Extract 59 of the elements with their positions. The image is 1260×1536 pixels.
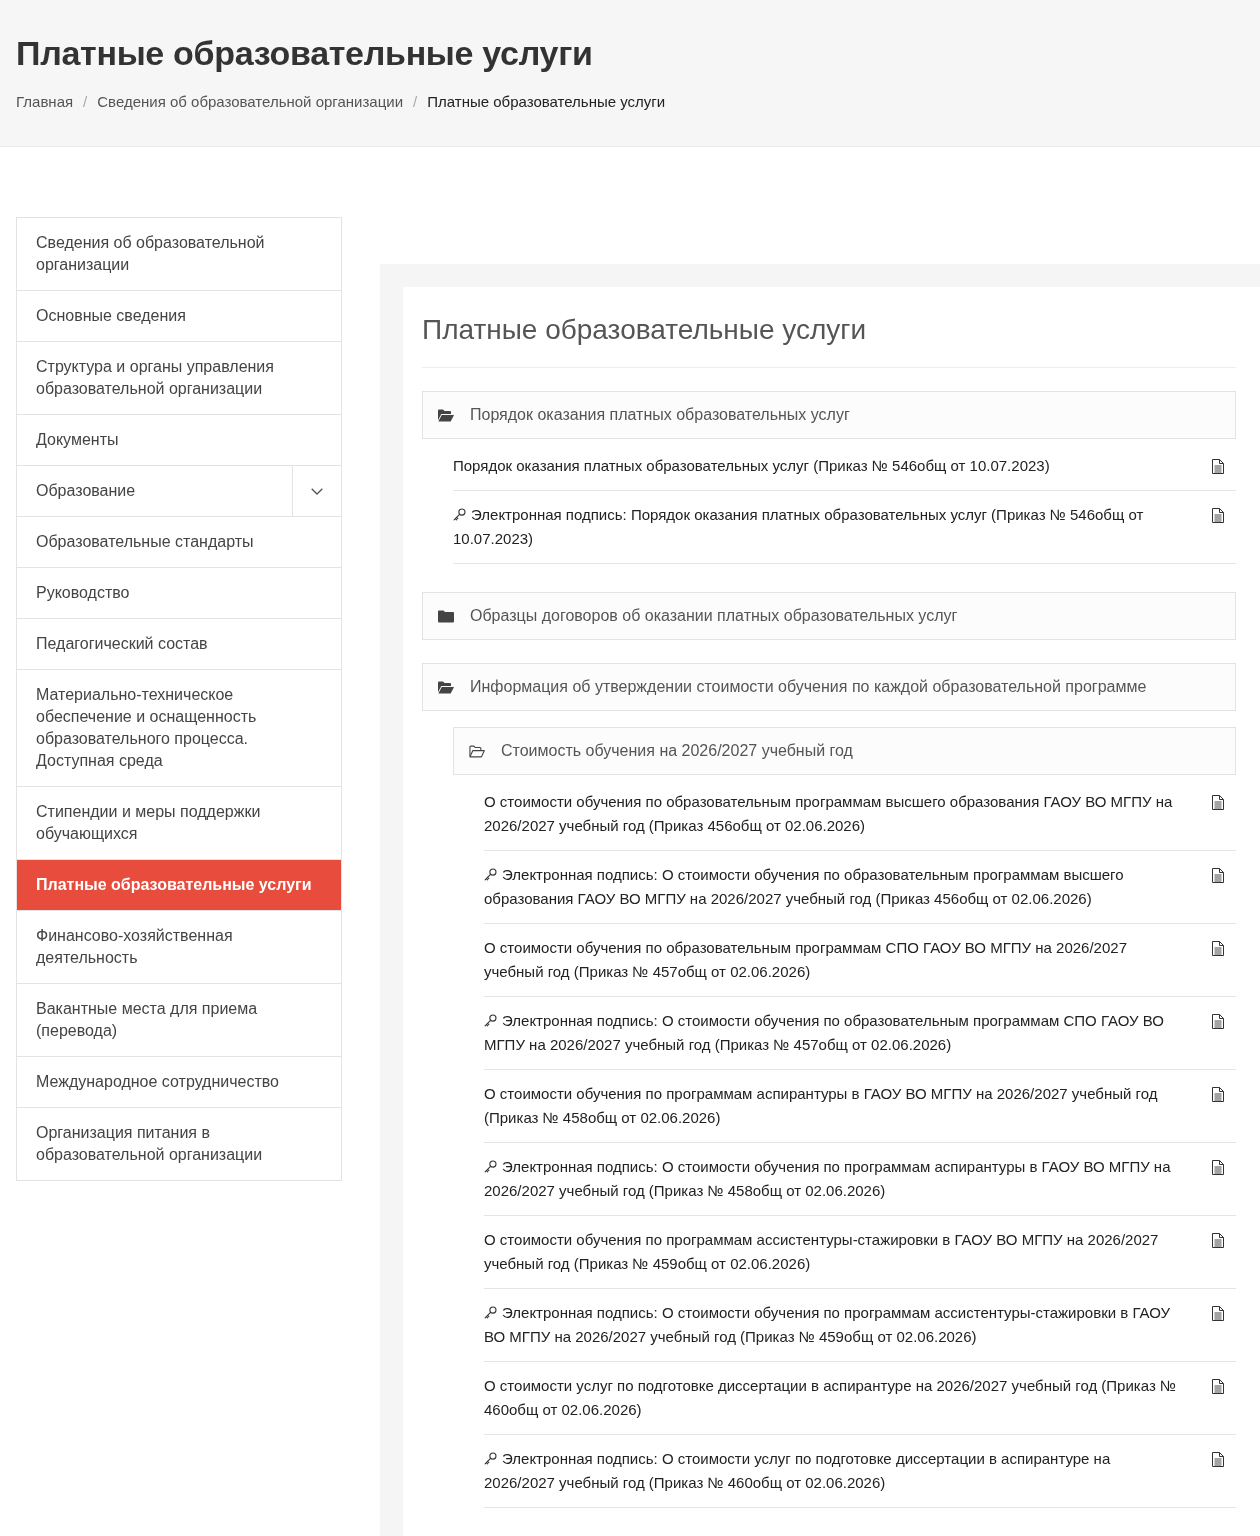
breadcrumb-link[interactable]: Главная bbox=[16, 93, 74, 111]
key-icon bbox=[453, 508, 466, 521]
file-icon[interactable] bbox=[1212, 1087, 1224, 1102]
folder-open-icon bbox=[438, 408, 454, 422]
document-link[interactable]: О стоимости обучения по программам аспирантуры в ГАОУ ВО МГПУ на 2026/2027 учебный год (Приказ № 458общ от 02.06.2026) bbox=[484, 1082, 1182, 1130]
key-icon bbox=[484, 1014, 497, 1027]
document-link[interactable]: О стоимости обучения по образовательным программам высшего образования ГАОУ ВО МГПУ на 2026/2027 учебный год (Приказ 456общ от 02.06.2026) bbox=[484, 790, 1182, 838]
sidebar-link[interactable]: Педагогический состав bbox=[17, 619, 341, 670]
file-icon[interactable] bbox=[1212, 1306, 1224, 1321]
key-icon bbox=[484, 1160, 497, 1173]
file-icon[interactable] bbox=[1212, 1014, 1224, 1029]
document-link[interactable]: Электронная подпись: О стоимости обучения по программам ассистентуры-стажировки в ГАОУ ВО МГПУ на 2026/2027 учебный год (Приказ № 459общ от 02.06.2026) bbox=[484, 1301, 1182, 1349]
key-icon bbox=[484, 1452, 497, 1465]
file-icon[interactable] bbox=[1212, 1233, 1224, 1248]
file-icon[interactable] bbox=[1212, 1379, 1224, 1394]
folder-open-icon bbox=[438, 680, 454, 694]
key-icon bbox=[484, 1306, 497, 1319]
folder-header[interactable]: Порядок оказания платных образовательных услуг bbox=[422, 391, 1236, 439]
document-link[interactable]: О стоимости услуг по подготовке диссертации в аспирантуре на 2026/2027 учебный год (Приказ № 460общ от 02.06.2026) bbox=[484, 1374, 1182, 1422]
folder-icon bbox=[438, 609, 454, 623]
section-title: Платные образовательные услуги bbox=[422, 313, 868, 347]
file-icon[interactable] bbox=[1212, 1160, 1224, 1175]
file-icon[interactable] bbox=[1212, 508, 1224, 523]
sidebar-link[interactable]: Образовательные стандарты bbox=[17, 517, 341, 568]
sidebar-link[interactable]: Сведения об образовательной организации bbox=[17, 218, 341, 291]
sidebar-link[interactable]: Платные образовательные услуги bbox=[17, 860, 341, 911]
document-link[interactable]: Электронная подпись: О стоимости услуг по подготовке диссертации в аспирантуре на 2026/2027 учебный год (Приказ № 460общ от 02.06.2026) bbox=[484, 1447, 1182, 1495]
document-link[interactable]: О стоимости обучения по образовательным программам СПО ГАОУ ВО МГПУ на 2026/2027 учебный год (Приказ № 457общ от 02.06.2026) bbox=[484, 936, 1182, 984]
folder-open-icon bbox=[469, 744, 485, 758]
page-title: Платные образовательные услуги bbox=[16, 33, 594, 73]
document-link[interactable]: Электронная подпись: О стоимости обучения по образовательным программам высшего образования ГАОУ ВО МГПУ на 2026/2027 учебный год (Приказ 456общ от 02.06.2026) bbox=[484, 863, 1182, 911]
key-icon bbox=[484, 868, 497, 881]
sidebar-link[interactable]: Материально-техническое обеспечение и оснащенность образовательного процесса. Доступная среда bbox=[17, 670, 341, 787]
breadcrumb-current: Платные образовательные услуги bbox=[427, 93, 666, 111]
breadcrumb-separator: / bbox=[83, 93, 88, 111]
document-link[interactable]: Порядок оказания платных образовательных услуг (Приказ № 546общ от 10.07.2023) bbox=[453, 454, 1182, 478]
folder-header[interactable]: Образцы договоров об оказании платных образовательных услуг bbox=[422, 592, 1236, 640]
document-link[interactable]: О стоимости обучения по программам ассистентуры-стажировки в ГАОУ ВО МГПУ на 2026/2027 учебный год (Приказ № 459общ от 02.06.2026) bbox=[484, 1228, 1182, 1276]
sidebar-link[interactable]: Международное сотрудничество bbox=[17, 1057, 341, 1108]
chevron-down-icon bbox=[311, 487, 323, 495]
file-icon[interactable] bbox=[1212, 1452, 1224, 1467]
document-link[interactable]: Электронная подпись: О стоимости обучения по образовательным программам СПО ГАОУ ВО МГПУ на 2026/2027 учебный год (Приказ № 457общ от 02.06.2026) bbox=[484, 1009, 1182, 1057]
file-icon[interactable] bbox=[1212, 795, 1224, 810]
breadcrumb-link[interactable]: Сведения об образовательной организации bbox=[97, 93, 404, 111]
folder-header[interactable]: Стоимость обучения на 2026/2027 учебный год bbox=[453, 727, 1236, 775]
sidebar-link[interactable]: Финансово-хозяйственная деятельность bbox=[17, 911, 341, 984]
document-link[interactable]: Электронная подпись: Порядок оказания платных образовательных услуг (Приказ № 546общ от 10.07.2023) bbox=[453, 503, 1182, 551]
file-icon[interactable] bbox=[1212, 868, 1224, 883]
sidebar-link[interactable]: Вакантные места для приема (перевода) bbox=[17, 984, 341, 1057]
sidebar-link[interactable]: Организация питания в образовательной организации bbox=[17, 1108, 341, 1180]
sidebar-link[interactable]: Структура и органы управления образовательной организации bbox=[17, 342, 341, 415]
document-link[interactable]: Электронная подпись: О стоимости обучения по программам аспирантуры в ГАОУ ВО МГПУ на 2026/2027 учебный год (Приказ № 458общ от 02.06.2026) bbox=[484, 1155, 1182, 1203]
sidebar-link[interactable]: Основные сведения bbox=[17, 291, 341, 342]
file-icon[interactable] bbox=[1212, 459, 1224, 474]
breadcrumb-separator: / bbox=[413, 93, 418, 111]
sidebar-link[interactable]: Руководство bbox=[17, 568, 341, 619]
sidebar-link[interactable]: Образование bbox=[17, 466, 292, 516]
folder-header[interactable]: Информация об утверждении стоимости обучения по каждой образовательной программе bbox=[422, 663, 1236, 711]
file-icon[interactable] bbox=[1212, 941, 1224, 956]
